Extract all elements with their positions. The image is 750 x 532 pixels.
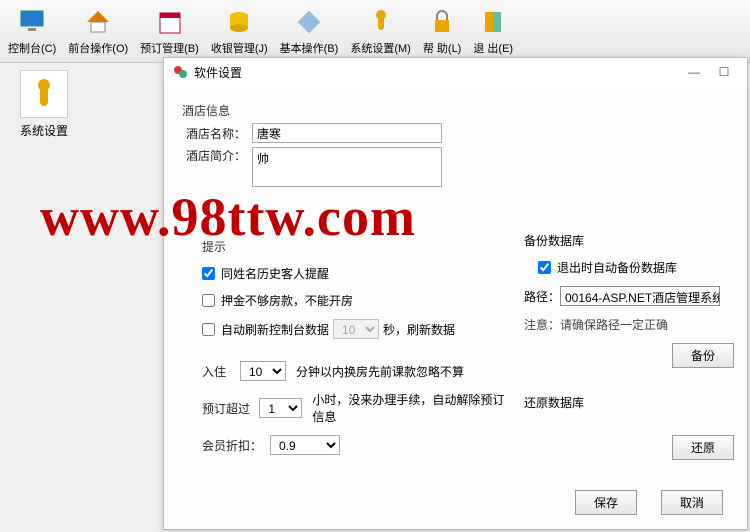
main-toolbar: 控制台(C) 前台操作(O) 预订管理(B) 收银管理(J) 基本操作(B) 系… (0, 0, 750, 63)
toolbar-label: 前台操作(O) (68, 40, 128, 56)
sidebar-settings[interactable]: 系统设置 (20, 70, 68, 139)
db-icon (223, 6, 255, 38)
toolbar-frontdesk[interactable]: 前台操作(O) (62, 4, 134, 58)
home-icon (82, 6, 114, 38)
settings-dialog: 软件设置 — ☐ 酒店信息 酒店名称： 酒店简介： 帅 提示 同姓名历史客人提醒… (163, 57, 748, 530)
toolbar-label: 系统设置(M) (350, 40, 411, 56)
toolbar-label: 收银管理(J) (211, 40, 268, 56)
book-suffix: 小时，没来办理手续，自动解除预订信息 (312, 391, 510, 425)
toolbar-help[interactable]: 帮 助(L) (417, 4, 468, 58)
autorefresh-seconds-select: 10 (333, 319, 379, 339)
maximize-button[interactable]: ☐ (709, 62, 739, 82)
minimize-button[interactable]: — (679, 62, 709, 82)
chk-sameguest[interactable] (202, 267, 215, 280)
checkin-suffix: 分钟以内换房先前课款忽略不算 (296, 363, 464, 380)
toolbar-basic[interactable]: 基本操作(B) (274, 4, 345, 58)
hotel-name-input[interactable] (252, 123, 442, 143)
cancel-button[interactable]: 取消 (661, 490, 723, 515)
hotel-intro-input[interactable]: 帅 (252, 147, 442, 187)
backup-path-input[interactable]: 00164-ASP.NET酒店管理系统 (560, 286, 720, 306)
calendar-icon (154, 6, 186, 38)
chk-autorefresh-label: 自动刷新控制台数据 (221, 321, 329, 338)
door-icon (477, 6, 509, 38)
toolbar-exit[interactable]: 退 出(E) (467, 4, 519, 58)
dialog-titlebar: 软件设置 — ☐ (164, 58, 747, 86)
dialog-title-text: 软件设置 (194, 64, 242, 81)
path-note: 注意：请确保路径一定正确 (524, 316, 734, 333)
wrench-icon (20, 70, 68, 118)
member-discount-select[interactable]: 0.9 (270, 435, 340, 455)
chk-sameguest-label: 同姓名历史客人提醒 (221, 265, 329, 282)
member-discount-label: 会员折扣： (202, 437, 262, 454)
sidebar-label: 系统设置 (20, 122, 68, 139)
hotel-info-label: 酒店信息 (182, 102, 731, 119)
chk-autorefresh[interactable] (202, 323, 215, 336)
toolbar-settings[interactable]: 系统设置(M) (344, 4, 417, 58)
monitor-icon (16, 6, 48, 38)
chk-deposit[interactable] (202, 294, 215, 307)
restore-button[interactable]: 还原 (672, 435, 734, 460)
chk-deposit-label: 押金不够房款，不能开房 (221, 292, 353, 309)
tips-section-label: 提示 (202, 238, 510, 255)
book-hours-select[interactable]: 1 (259, 398, 302, 418)
toolbar-cashier[interactable]: 收银管理(J) (205, 4, 274, 58)
toolbar-label: 基本操作(B) (280, 40, 339, 56)
chk-exitbackup-label: 退出时自动备份数据库 (557, 259, 677, 276)
path-label: 路径： (524, 288, 560, 305)
book-prefix: 预订超过 (202, 400, 251, 417)
hotel-name-label: 酒店名称： (180, 125, 246, 142)
backup-button[interactable]: 备份 (672, 343, 734, 368)
toolbar-label: 退 出(E) (473, 40, 513, 56)
checkin-minutes-select[interactable]: 10 (240, 361, 286, 381)
toolbar-booking[interactable]: 预订管理(B) (134, 4, 205, 58)
toolbar-label: 控制台(C) (8, 40, 56, 56)
checkin-prefix: 入住 (202, 363, 232, 380)
hotel-intro-label: 酒店简介： (180, 147, 246, 164)
save-button[interactable]: 保存 (575, 490, 637, 515)
autorefresh-suffix: 秒，刷新数据 (383, 321, 455, 338)
app-icon (172, 64, 188, 80)
tools-icon (293, 6, 325, 38)
backup-group-label: 备份数据库 (524, 232, 734, 249)
chk-exitbackup[interactable] (538, 261, 551, 274)
lock-icon (426, 6, 458, 38)
toolbar-label: 预订管理(B) (140, 40, 199, 56)
restore-group-label: 还原数据库 (524, 394, 734, 411)
toolbar-label: 帮 助(L) (423, 40, 462, 56)
wrench-icon (365, 6, 397, 38)
toolbar-console[interactable]: 控制台(C) (2, 4, 62, 58)
